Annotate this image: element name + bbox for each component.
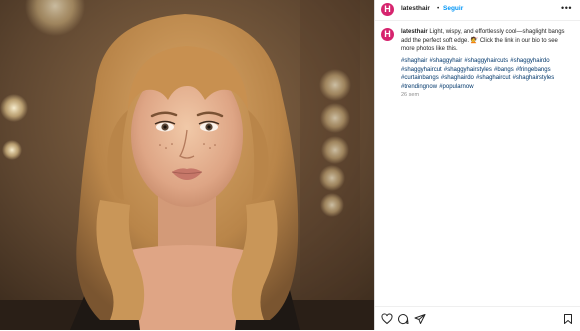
heart-icon[interactable] [381,313,393,325]
share-icon[interactable] [414,313,426,325]
post-caption: latesthair Light, wispy, and effortlessl… [401,28,573,54]
post-side-panel: H latesthair • Seguir ••• H latesthair L… [375,0,580,330]
bookmark-icon[interactable] [562,313,574,325]
caption-avatar[interactable]: H [381,28,394,41]
post-header: H latesthair • Seguir ••• [375,0,580,21]
more-icon[interactable]: ••• [561,3,572,13]
post-timestamp[interactable]: 26 sem [401,92,419,98]
account-avatar[interactable]: H [381,3,394,16]
action-bar [375,306,580,331]
separator-dot: • [437,5,440,12]
caption-hashtags[interactable]: #shaghair #shaggyhair #shaggyhaircuts #s… [401,57,573,91]
caption-username[interactable]: latesthair [401,29,428,35]
account-username[interactable]: latesthair [401,5,430,12]
portrait-illustration [0,0,374,330]
instagram-post: H latesthair • Seguir ••• H latesthair L… [0,0,580,330]
post-photo[interactable] [0,0,374,330]
comment-icon[interactable] [397,313,409,325]
follow-button[interactable]: Seguir [443,5,463,12]
